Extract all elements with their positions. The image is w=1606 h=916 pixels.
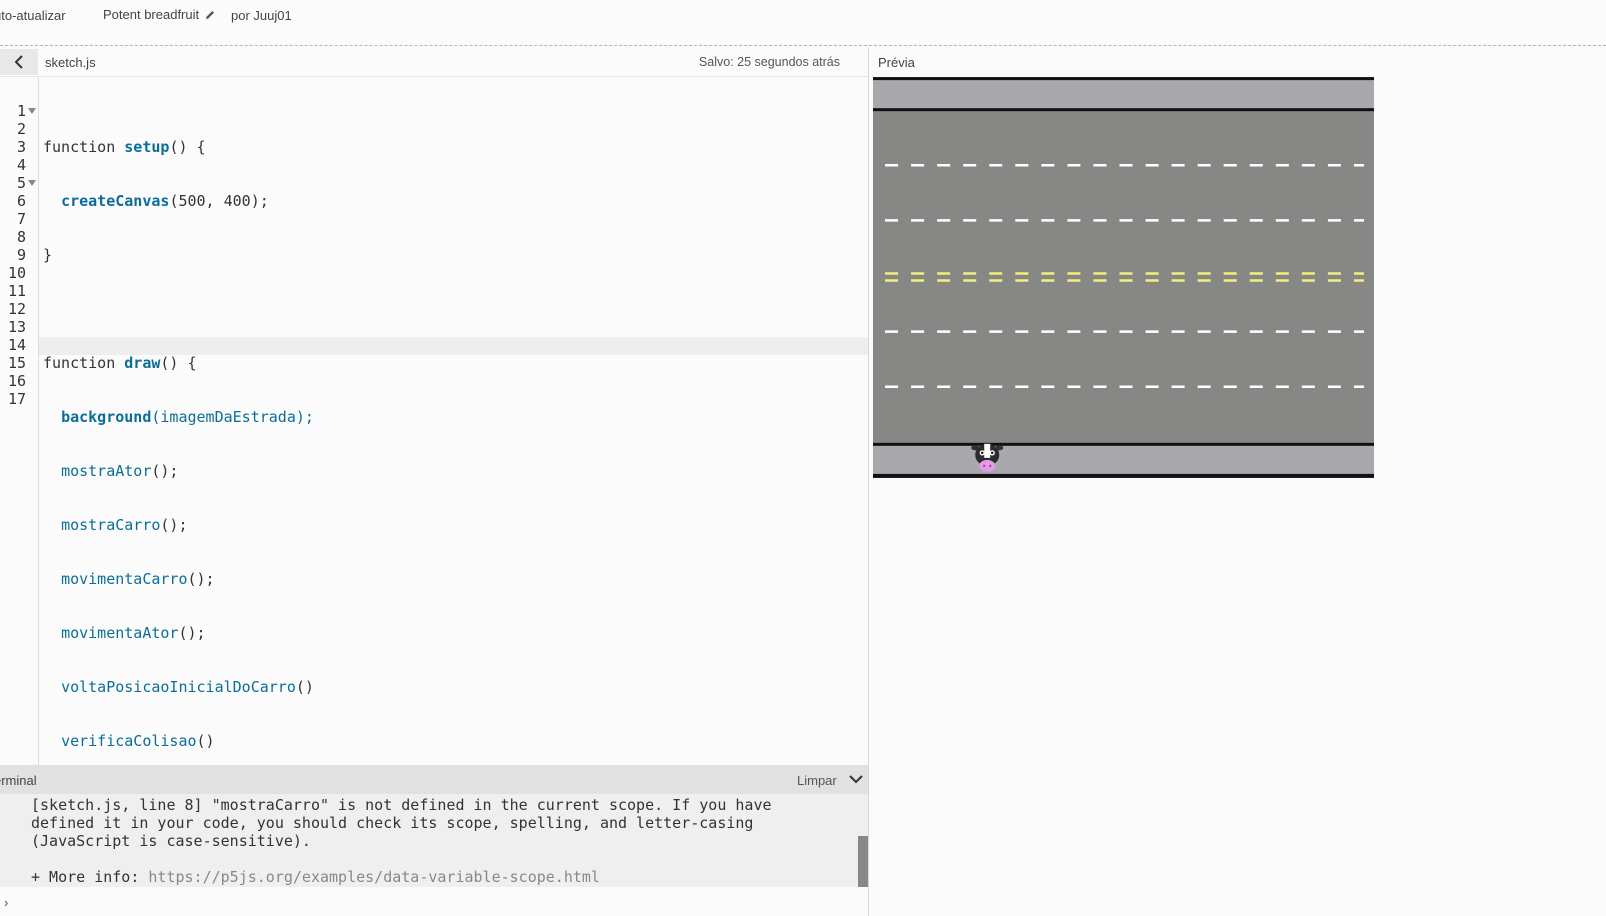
border-line — [873, 77, 1374, 81]
function-call: mostraAtor — [61, 462, 152, 480]
console-scrollbar[interactable] — [858, 836, 868, 887]
code-line: createCanvas(500, 400); — [43, 192, 314, 210]
code-token: (); — [160, 516, 188, 534]
keyword: function — [43, 138, 125, 156]
function-name: setup — [124, 138, 170, 156]
code-line: function setup() { — [43, 138, 314, 156]
console-title: erminal — [0, 773, 37, 788]
code-line: voltaPosicaoInicialDoCarro() — [43, 678, 314, 696]
line-number: 16 — [7, 372, 26, 390]
console-input[interactable]: › — [0, 887, 868, 916]
author-label[interactable]: por Juuj01 — [231, 8, 292, 23]
code-token: (); — [187, 570, 215, 588]
code-token: () { — [160, 354, 197, 372]
chevron-left-icon — [14, 55, 23, 69]
code-line: mostraCarro(); — [43, 516, 314, 534]
fold-arrow-icon[interactable] — [27, 106, 37, 116]
line-number: 1 — [16, 102, 26, 120]
console-header: erminal Limpar — [0, 765, 868, 794]
line-number: 11 — [7, 282, 26, 300]
function-call: movimentaAtor — [61, 624, 179, 642]
code-token: (imagemDaEstrada); — [151, 408, 314, 426]
code-line: } — [43, 246, 314, 264]
bottom-sidewalk — [873, 444, 1374, 478]
auto-refresh-label[interactable]: uto-atualizar — [0, 8, 66, 23]
error-text: [sketch.js, line 8] "mostraCarro" is not… — [31, 796, 781, 850]
chevron-down-icon[interactable] — [849, 774, 863, 784]
line-number: 12 — [7, 300, 26, 318]
console-prompt-icon: › — [4, 895, 9, 910]
file-tab[interactable]: sketch.js — [45, 55, 96, 70]
line-number: 2 — [16, 120, 26, 138]
function-call: createCanvas — [61, 192, 170, 210]
line-number: 15 — [7, 354, 26, 372]
keyword: function — [43, 354, 125, 372]
code-token: (); — [151, 462, 179, 480]
road — [873, 110, 1374, 445]
line-number: 3 — [16, 138, 26, 156]
code-line: function draw() { — [43, 354, 314, 372]
line-number: 7 — [16, 210, 26, 228]
line-number: 6 — [16, 192, 26, 210]
code-line: movimentaAtor(); — [43, 624, 314, 642]
saved-status: Salvo: 25 segundos atrás — [698, 55, 840, 69]
top-sidewalk — [873, 77, 1374, 111]
border-line — [873, 442, 1374, 446]
console-message: [sketch.js, line 8] "mostraCarro" is not… — [31, 796, 837, 886]
code-token: () { — [169, 138, 206, 156]
preview-canvas[interactable] — [873, 77, 1374, 478]
fold-arrow-icon[interactable] — [27, 178, 37, 188]
function-call: movimentaCarro — [61, 570, 188, 588]
code-token: (); — [178, 624, 206, 642]
line-number: 9 — [16, 246, 26, 264]
line-number: 14 — [7, 336, 26, 354]
more-info-label: + More info: — [31, 868, 149, 886]
border-line — [873, 108, 1374, 112]
border-line — [873, 473, 1374, 478]
line-number: 10 — [7, 264, 26, 282]
line-number: 8 — [16, 228, 26, 246]
code-token: () — [196, 732, 215, 750]
line-number: 5 — [16, 174, 26, 192]
editor-header: sketch.js Salvo: 25 segundos atrás — [0, 48, 868, 77]
code-line: background(imagemDaEstrada); — [43, 408, 314, 426]
pane-divider[interactable] — [868, 48, 869, 916]
code-line: movimentaCarro(); — [43, 570, 314, 588]
collapse-sidebar-button[interactable] — [0, 49, 38, 75]
console-output: [sketch.js, line 8] "mostraCarro" is not… — [0, 794, 868, 887]
more-info-link[interactable]: https://p5js.org/examples/data-variable-… — [148, 868, 600, 886]
function-call: verificaColisao — [61, 732, 197, 750]
code-line: mostraAtor(); — [43, 462, 314, 480]
line-number: 17 — [7, 390, 26, 408]
code-token: } — [43, 246, 53, 264]
line-number: 13 — [7, 318, 26, 336]
code-token: () — [295, 678, 314, 696]
function-name: draw — [124, 354, 161, 372]
top-bar: uto-atualizar Potent breadfruit por Juuj… — [0, 0, 1606, 46]
pencil-icon[interactable] — [204, 9, 216, 21]
console-clear-button[interactable]: Limpar — [797, 773, 837, 788]
project-name-text[interactable]: Potent breadfruit — [103, 7, 199, 22]
function-call: voltaPosicaoInicialDoCarro — [61, 678, 296, 696]
line-number: 4 — [16, 156, 26, 174]
code-editor[interactable]: function setup() { createCanvas(500, 400… — [43, 102, 314, 822]
code-line: verificaColisao() — [43, 732, 314, 750]
function-call: background — [61, 408, 152, 426]
function-call: mostraCarro — [61, 516, 161, 534]
code-token: (500, 400); — [169, 192, 269, 210]
preview-label: Prévia — [878, 55, 915, 70]
project-name[interactable]: Potent breadfruit — [103, 7, 216, 22]
line-numbers: 1 2 3 4 5 6 7 8 9 10 11 12 13 14 15 16 1… — [0, 102, 26, 408]
